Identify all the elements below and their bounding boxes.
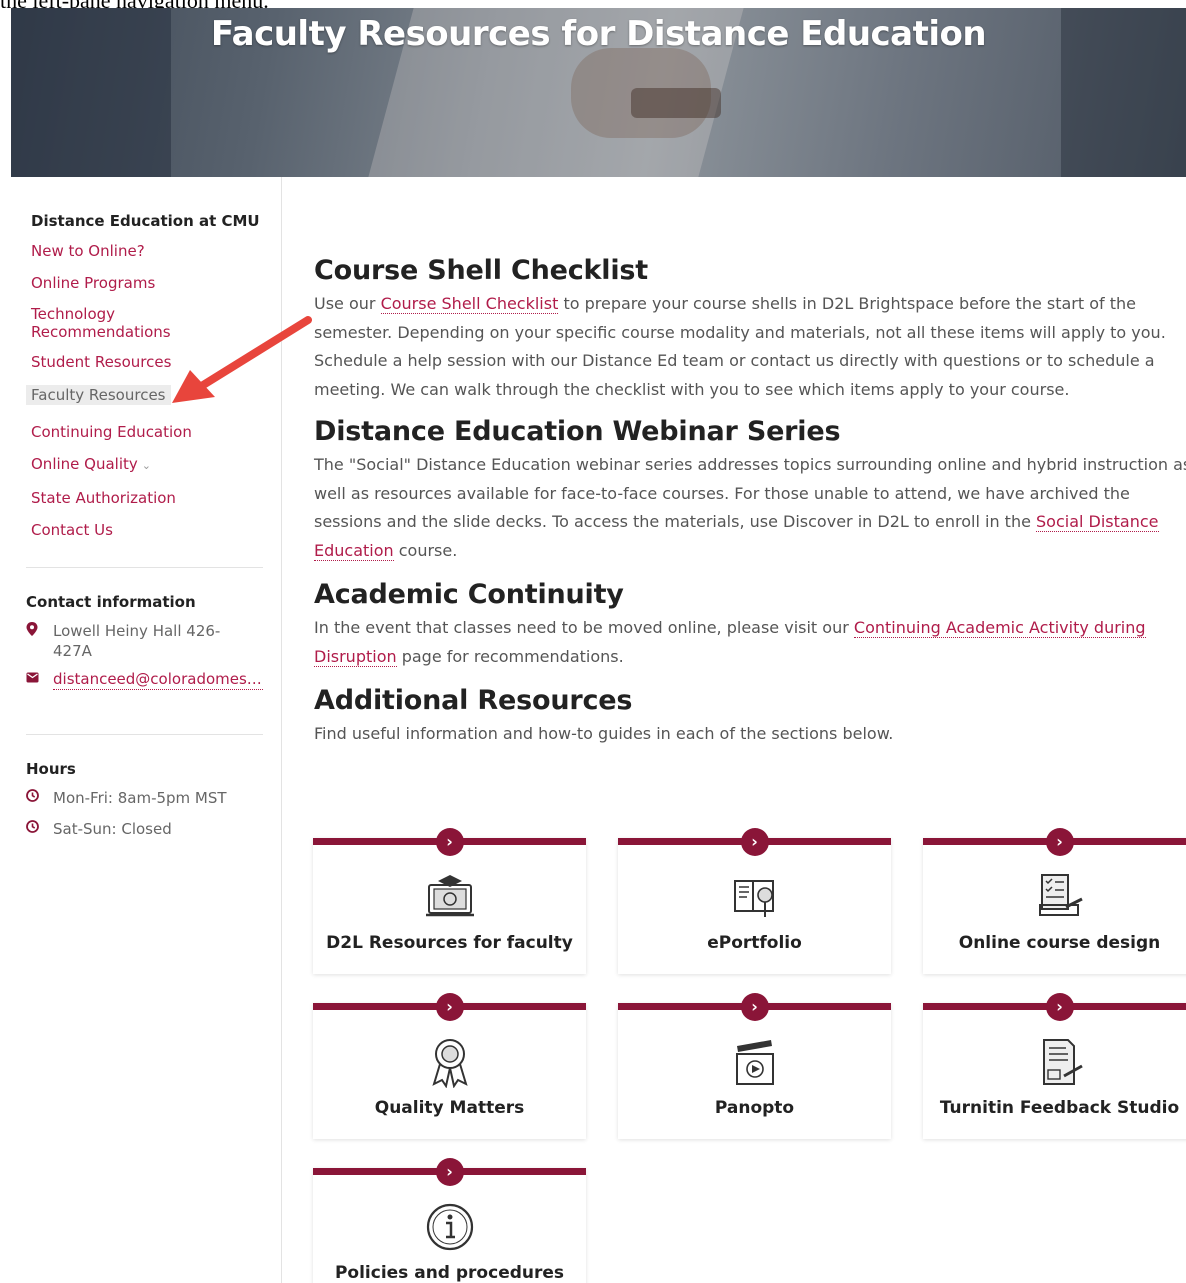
hours-title: Hours (26, 760, 76, 778)
sidebar-item-online-programs[interactable]: Online Programs (31, 274, 271, 292)
card-label: Quality Matters (374, 1098, 525, 1118)
award-ribbon-icon (431, 1039, 468, 1088)
section-heading: Additional Resources (314, 685, 633, 716)
card-label: D2L Resources for faculty (326, 933, 573, 953)
address-row: Lowell Heiny Hall 426-427A (26, 621, 266, 661)
info-circle-icon (426, 1203, 473, 1251)
course-design-icon (1038, 874, 1083, 916)
resource-card[interactable]: › Online course design (923, 828, 1186, 974)
hours-row: Sat-Sun: Closed (26, 819, 266, 840)
chevron-right-icon[interactable]: › (435, 993, 464, 1021)
course-shell-section: Course Shell Checklist Use our Course Sh… (314, 255, 1186, 404)
additional-resources-section: Additional Resources Find useful informa… (314, 685, 1186, 749)
address-text: Lowell Heiny Hall 426-427A (53, 622, 221, 660)
resource-card[interactable]: › Quality Matters (313, 993, 586, 1139)
card-label: Online course design (958, 933, 1161, 953)
hours-text: Mon-Fri: 8am-5pm MST (53, 789, 227, 807)
email-row: distanceed@coloradomesa.edu (26, 669, 266, 690)
sidebar-heading: Distance Education at CMU (31, 212, 260, 230)
academic-continuity-section: Academic Continuity In the event that cl… (314, 579, 1186, 671)
chevron-down-icon[interactable]: ⌄ (142, 459, 151, 472)
graded-paper-icon (1042, 1039, 1083, 1085)
section-text: The "Social" Distance Education webinar … (314, 455, 1186, 561)
section-heading: Course Shell Checklist (314, 255, 648, 286)
resource-card[interactable]: › Panopto (618, 993, 891, 1139)
sidebar-item-label: Online Quality (31, 455, 138, 473)
sidebar-item-online-quality[interactable]: Online Quality ⌄ (31, 455, 271, 475)
card-label: ePortfolio (707, 933, 802, 953)
chevron-right-icon[interactable]: › (740, 828, 769, 856)
resource-card[interactable]: › Policies and procedures (313, 1158, 586, 1283)
chevron-right-icon[interactable]: › (1045, 993, 1074, 1021)
clock-icon (26, 819, 53, 840)
clock-icon (26, 788, 53, 809)
portfolio-book-icon (733, 880, 774, 917)
hours-block: Hours Mon-Fri: 8am-5pm MST Sat-Sun: Clos… (26, 760, 266, 848)
card-label: Panopto (714, 1098, 795, 1118)
hours-text: Sat-Sun: Closed (53, 820, 172, 838)
contact-title: Contact information (26, 593, 196, 611)
sidebar-separator (26, 734, 263, 735)
hero-banner: Faculty Resources for Distance Education (11, 8, 1186, 177)
envelope-icon (26, 669, 53, 690)
section-text: In the event that classes need to be mov… (314, 618, 1146, 667)
card-label: Policies and procedures (334, 1263, 565, 1283)
section-text: Use our Course Shell Checklist to prepar… (314, 294, 1166, 399)
section-heading: Distance Education Webinar Series (314, 416, 841, 447)
sidebar-item-state-authorization[interactable]: State Authorization (31, 489, 271, 507)
webinar-section: Distance Education Webinar Series The "S… (314, 416, 1186, 565)
clapperboard-icon (735, 1040, 774, 1085)
map-pin-icon (26, 621, 53, 643)
sidebar-item-new-to-online[interactable]: New to Online? (31, 242, 271, 260)
hours-row: Mon-Fri: 8am-5pm MST (26, 788, 266, 809)
email-link[interactable]: distanceed@coloradomesa.edu (53, 669, 263, 690)
resource-card[interactable]: › D2L Resources for faculty (313, 828, 586, 974)
contact-information: Contact information Lowell Heiny Hall 42… (26, 593, 266, 698)
graduation-screen-icon (425, 875, 474, 917)
chevron-right-icon[interactable]: › (435, 1158, 464, 1186)
card-label: Turnitin Feedback Studio (939, 1098, 1180, 1118)
chevron-right-icon[interactable]: › (1045, 828, 1074, 856)
sidebar-separator (26, 567, 263, 568)
section-text: Find useful information and how-to guide… (314, 724, 894, 743)
sidebar-item-technology-recommendations[interactable]: Technology Recommendations (31, 305, 181, 341)
chevron-right-icon[interactable]: › (740, 993, 769, 1021)
annotation-arrow-icon (172, 316, 312, 403)
sidebar-item-continuing-education[interactable]: Continuing Education (31, 423, 271, 441)
resource-card[interactable]: › ePortfolio (618, 828, 891, 974)
sidebar-item-contact-us[interactable]: Contact Us (31, 521, 271, 539)
chevron-right-icon[interactable]: › (435, 828, 464, 856)
resource-card[interactable]: › Turnitin Feedback Studio (923, 993, 1186, 1139)
section-heading: Academic Continuity (314, 579, 624, 610)
course-shell-checklist-link[interactable]: Course Shell Checklist (380, 294, 559, 314)
page-title: Faculty Resources for Distance Education (210, 14, 987, 54)
main-content: Course Shell Checklist Use our Course Sh… (314, 255, 1186, 763)
sidebar-item-faculty-resources[interactable]: Faculty Resources (26, 385, 171, 405)
